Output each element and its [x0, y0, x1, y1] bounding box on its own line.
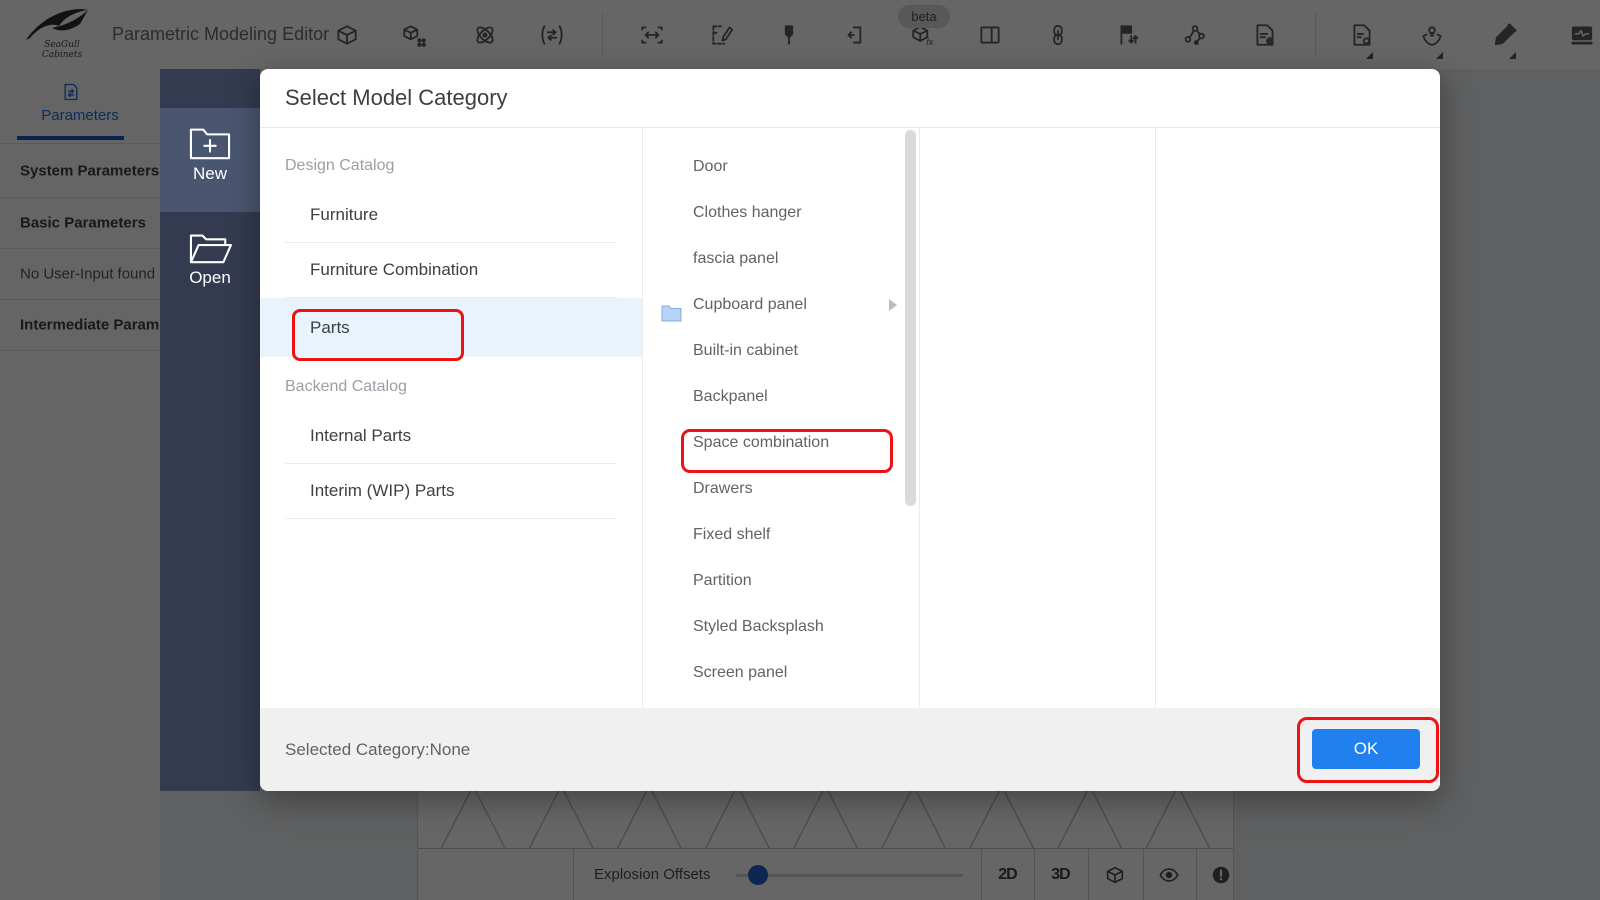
new-button-label: New: [192, 164, 227, 183]
subcategory-styled-backsplash[interactable]: Styled Backsplash: [643, 604, 919, 650]
folder-icon: [661, 295, 682, 322]
subcategory-backpanel[interactable]: Backpanel: [643, 374, 919, 420]
app-root: SeaGull Cabinets Parametric Modeling Edi…: [0, 0, 1600, 900]
annotation-box-space-combination: [681, 429, 893, 473]
scrollbar-thumb[interactable]: [905, 130, 916, 506]
dialog-title: Select Model Category: [285, 85, 508, 110]
dialog-footer: Selected Category:None OK: [260, 708, 1440, 791]
chevron-right-icon: [889, 299, 897, 311]
catalog-column: Design Catalog Furniture Furniture Combi…: [260, 128, 643, 708]
subcategory-clothes-hanger[interactable]: Clothes hanger: [643, 190, 919, 236]
subcategory-fascia-panel[interactable]: fascia panel: [643, 236, 919, 282]
group-header-backend-catalog: Backend Catalog: [285, 378, 407, 395]
subcategory-partition[interactable]: Partition: [643, 558, 919, 604]
category-furniture-combination[interactable]: Furniture Combination: [285, 243, 617, 298]
folder-plus-icon: [189, 128, 231, 160]
category-internal-parts[interactable]: Internal Parts: [285, 409, 617, 464]
selected-category-status: Selected Category:None: [285, 740, 471, 759]
launcher-panel: New Open: [160, 69, 260, 791]
new-button[interactable]: New: [160, 108, 260, 212]
empty-column-4: [1155, 128, 1440, 708]
subcategory-cupboard-panel[interactable]: Cupboard panel: [643, 282, 919, 328]
category-furniture[interactable]: Furniture: [285, 188, 617, 243]
annotation-box-ok: [1297, 717, 1439, 783]
open-button-label: Open: [189, 268, 231, 287]
subcategory-fixed-shelf[interactable]: Fixed shelf: [643, 512, 919, 558]
subcategory-door[interactable]: Door: [643, 144, 919, 190]
category-interim-wip-parts[interactable]: Interim (WIP) Parts: [285, 464, 617, 519]
group-header-design-catalog: Design Catalog: [285, 157, 395, 174]
folder-open-icon: [189, 234, 232, 264]
annotation-box-parts: [292, 309, 464, 361]
subcategory-column: Door Clothes hanger fascia panel Cupboar…: [643, 128, 920, 708]
subcategory-built-in-cabinet[interactable]: Built-in cabinet: [643, 328, 919, 374]
subcategory-screen-panel[interactable]: Screen panel: [643, 650, 919, 696]
empty-column-3: [920, 128, 1156, 708]
open-button[interactable]: Open: [160, 212, 260, 322]
